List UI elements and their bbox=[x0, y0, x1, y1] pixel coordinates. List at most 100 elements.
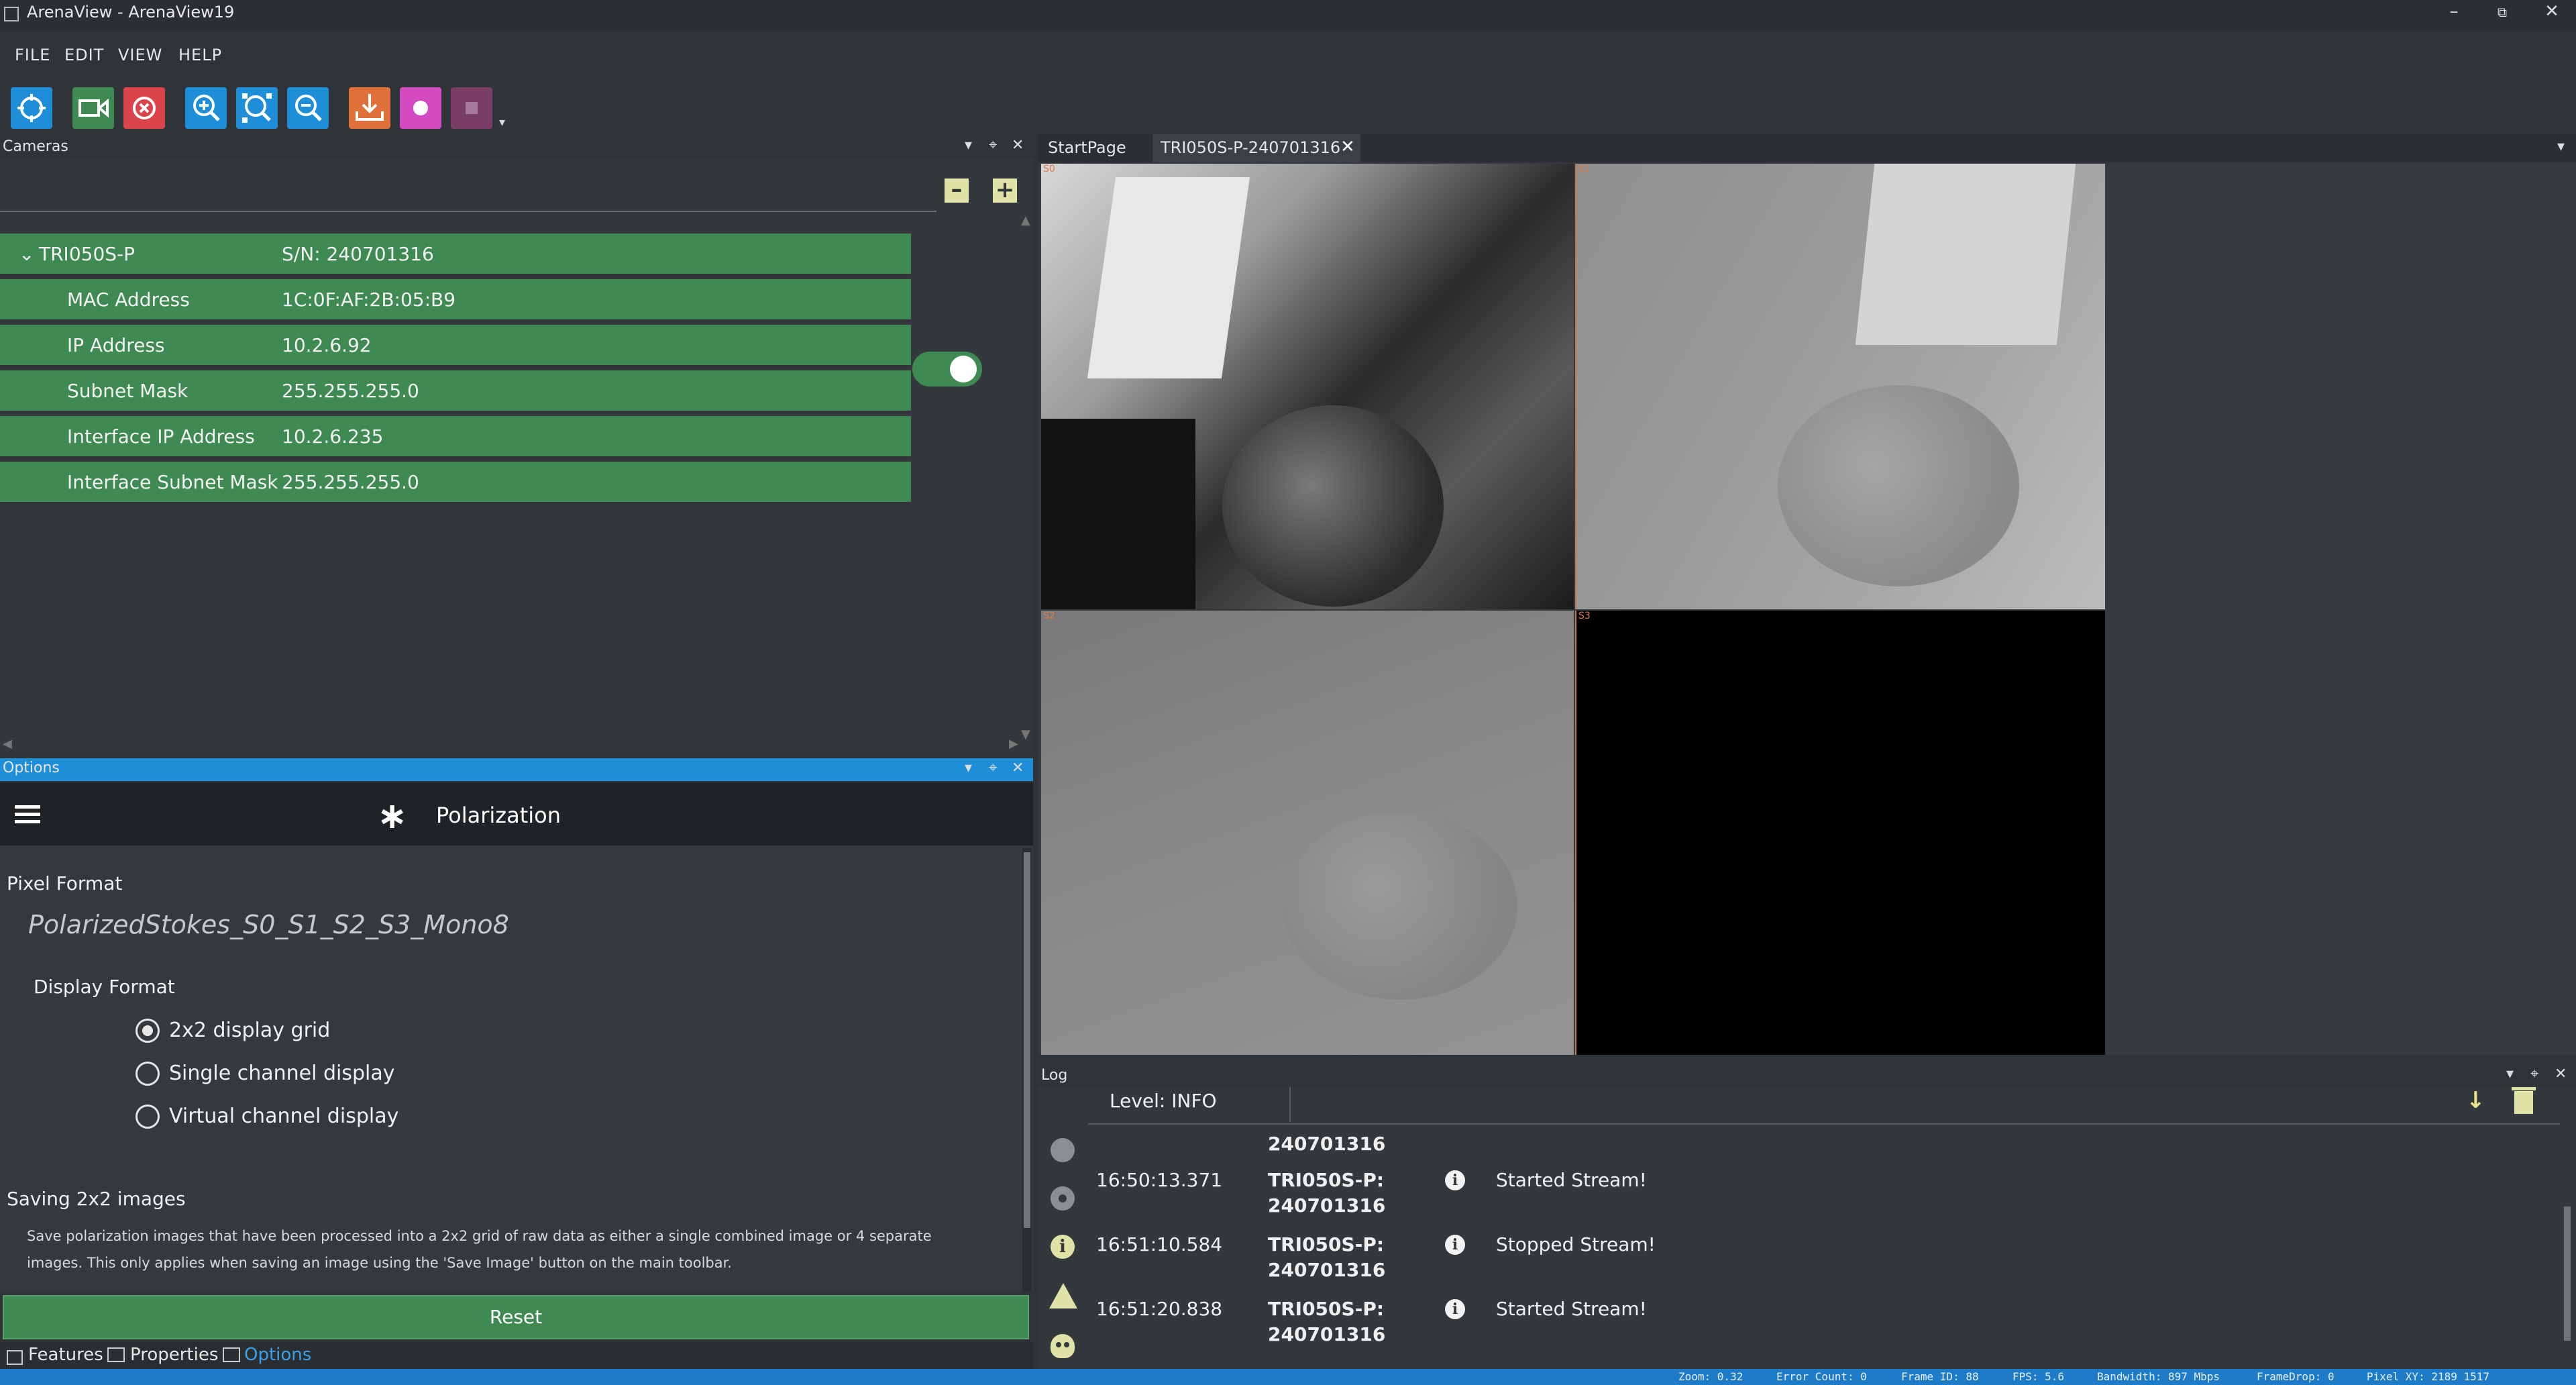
scroll-left-arrow[interactable]: ◀ bbox=[3, 737, 12, 751]
close-window-button[interactable]: ✕ bbox=[2532, 1, 2572, 21]
options-scrollbar-track[interactable] bbox=[1022, 848, 1032, 1291]
log-entry: 16:50:13.371 TRI050S-P: 240701316 i Star… bbox=[1093, 1168, 2368, 1228]
scroll-to-bottom-icon[interactable]: ↓ bbox=[2466, 1087, 2485, 1114]
collapse-all-button[interactable]: – bbox=[945, 178, 969, 203]
select-camera-button[interactable] bbox=[11, 87, 52, 129]
log-level-label: Level: INFO bbox=[1110, 1090, 1217, 1112]
tab-camera-view-label: TRI050S-P-240701316 bbox=[1161, 138, 1341, 157]
download-icon bbox=[356, 94, 384, 121]
features-tab[interactable] bbox=[5, 1346, 25, 1366]
channel-s3-image[interactable]: S3 bbox=[1575, 611, 2105, 1055]
panel-close-icon[interactable]: ✕ bbox=[1012, 760, 1024, 776]
cameras-panel-title: Cameras bbox=[3, 138, 68, 155]
chevron-down-icon[interactable]: ⌄ bbox=[19, 243, 34, 265]
restore-button[interactable]: ⧉ bbox=[2482, 4, 2522, 20]
expand-all-button[interactable]: + bbox=[993, 178, 1017, 203]
camera-info-key: Interface IP Address bbox=[67, 425, 255, 448]
log-scrollbar[interactable] bbox=[2561, 1127, 2573, 1349]
virtual-channel-label[interactable]: Virtual channel display bbox=[169, 1105, 398, 1128]
camera-name: TRI050S-P bbox=[39, 243, 136, 265]
camera-info-value: 10.2.6.92 bbox=[282, 334, 372, 356]
panel-close-icon[interactable]: ✕ bbox=[1012, 137, 1024, 154]
toolbar-overflow-icon[interactable]: ▾ bbox=[499, 115, 505, 130]
zoom-out-button[interactable] bbox=[287, 87, 329, 129]
reset-button[interactable]: Reset bbox=[3, 1295, 1029, 1339]
pin-icon[interactable]: ⌖ bbox=[2530, 1066, 2538, 1082]
zoom-fit-button[interactable] bbox=[236, 87, 278, 129]
level-debug-icon[interactable] bbox=[1051, 1138, 1075, 1162]
panel-menu-icon[interactable]: ▾ bbox=[2506, 1066, 2514, 1082]
log-source-line-2: 240701316 bbox=[1268, 1194, 1386, 1217]
virtual-channel-radio[interactable] bbox=[136, 1105, 160, 1129]
options-tab-label[interactable]: Options bbox=[244, 1345, 311, 1365]
tab-list-dropdown-icon[interactable]: ▾ bbox=[2557, 138, 2565, 155]
minimize-button[interactable]: – bbox=[2434, 1, 2474, 21]
log-source-line-1: TRI050S-P: bbox=[1268, 1233, 1385, 1255]
record-button[interactable] bbox=[400, 87, 441, 129]
panel-close-icon[interactable]: ✕ bbox=[2555, 1066, 2567, 1082]
zoom-in-button[interactable] bbox=[185, 87, 227, 129]
log-message: Started Stream! bbox=[1496, 1169, 1647, 1191]
channel-s0-image[interactable]: S0 bbox=[1041, 164, 1574, 609]
menu-file[interactable]: FILE bbox=[15, 46, 50, 64]
camera-info-value: 255.255.255.0 bbox=[282, 471, 419, 493]
camera-connect-toggle[interactable] bbox=[912, 352, 982, 387]
cameras-divider bbox=[0, 211, 936, 212]
menu-help[interactable]: HELP bbox=[178, 46, 222, 64]
single-channel-label[interactable]: Single channel display bbox=[169, 1062, 395, 1085]
status-zoom: Zoom: 0.32 bbox=[1678, 1370, 1743, 1383]
channel-s2-image[interactable]: S2 bbox=[1041, 611, 1574, 1055]
saving-description-line-1: Save polarization images that have been … bbox=[27, 1228, 932, 1244]
log-time: 16:50:13.371 bbox=[1096, 1169, 1223, 1191]
panel-menu-icon[interactable]: ▾ bbox=[965, 137, 972, 154]
window-highlight bbox=[1087, 177, 1250, 378]
menu-view[interactable]: VIEW bbox=[118, 46, 162, 64]
level-info-icon[interactable]: i bbox=[1051, 1235, 1075, 1259]
level-error-skull-icon[interactable] bbox=[1051, 1334, 1075, 1358]
app-icon bbox=[4, 7, 19, 21]
scroll-up-arrow[interactable]: ▲ bbox=[1021, 213, 1030, 227]
status-frame-id: Frame ID: 88 bbox=[1901, 1370, 1979, 1383]
log-scrollbar-thumb[interactable] bbox=[2564, 1207, 2571, 1341]
save-image-button[interactable] bbox=[349, 87, 390, 129]
channel-s1-image[interactable]: S1 bbox=[1575, 164, 2105, 609]
window-highlight bbox=[1855, 164, 2076, 345]
panel-tab-bar: Features Properties Options bbox=[0, 1342, 1033, 1369]
apple-shape bbox=[1222, 405, 1444, 607]
camera-device-row[interactable]: ⌄ TRI050S-P S/N: 240701316 bbox=[0, 234, 911, 276]
tab-camera-view[interactable]: TRI050S-P-240701316 ✕ bbox=[1152, 134, 1360, 162]
clear-log-trash-icon[interactable] bbox=[2512, 1087, 2536, 1114]
menu-edit[interactable]: EDIT bbox=[64, 46, 104, 64]
scroll-right-arrow[interactable]: ▶ bbox=[1009, 737, 1018, 751]
display-grid-radio[interactable] bbox=[136, 1019, 160, 1043]
stop-record-button[interactable] bbox=[451, 87, 492, 129]
pin-icon[interactable]: ⌖ bbox=[989, 137, 997, 154]
camera-info-row: IP Address 10.2.6.92 bbox=[0, 325, 911, 368]
crosshair-icon bbox=[17, 94, 46, 122]
status-frame-drop: FrameDrop: 0 bbox=[2257, 1370, 2334, 1383]
pixel-format-value: PolarizedStokes_S0_S1_S2_S3_Mono8 bbox=[28, 910, 509, 939]
log-source-line-1: TRI050S-P: bbox=[1268, 1298, 1385, 1320]
start-stream-button[interactable] bbox=[72, 87, 114, 129]
hamburger-menu-icon[interactable] bbox=[15, 805, 40, 824]
tab-startpage[interactable]: StartPage bbox=[1048, 138, 1126, 157]
stop-stream-button[interactable] bbox=[123, 87, 165, 129]
log-entry: 16:51:10.584 TRI050S-P: 240701316 i Stop… bbox=[1093, 1232, 2368, 1292]
level-trace-icon[interactable] bbox=[1051, 1186, 1075, 1211]
info-icon: i bbox=[1445, 1235, 1465, 1255]
pin-icon[interactable]: ⌖ bbox=[989, 760, 997, 776]
log-level-filter[interactable]: Level: INFO bbox=[1088, 1087, 1291, 1122]
single-channel-radio[interactable] bbox=[136, 1062, 160, 1086]
display-grid-label[interactable]: 2x2 display grid bbox=[169, 1019, 330, 1042]
tab-close-icon[interactable]: ✕ bbox=[1340, 137, 1355, 157]
toggle-knob bbox=[950, 356, 977, 382]
properties-tab-label[interactable]: Properties bbox=[130, 1345, 218, 1365]
features-tab-label[interactable]: Features bbox=[28, 1345, 103, 1365]
log-time: 16:51:10.584 bbox=[1096, 1233, 1223, 1255]
scroll-down-arrow[interactable]: ▼ bbox=[1021, 727, 1030, 741]
panel-menu-icon[interactable]: ▾ bbox=[965, 760, 972, 776]
level-warning-icon[interactable] bbox=[1049, 1283, 1077, 1309]
camera-info-row: Interface Subnet Mask 255.255.255.0 bbox=[0, 462, 911, 505]
log-source-line-2: 240701316 bbox=[1268, 1323, 1386, 1345]
options-scrollbar-thumb[interactable] bbox=[1024, 852, 1030, 1228]
